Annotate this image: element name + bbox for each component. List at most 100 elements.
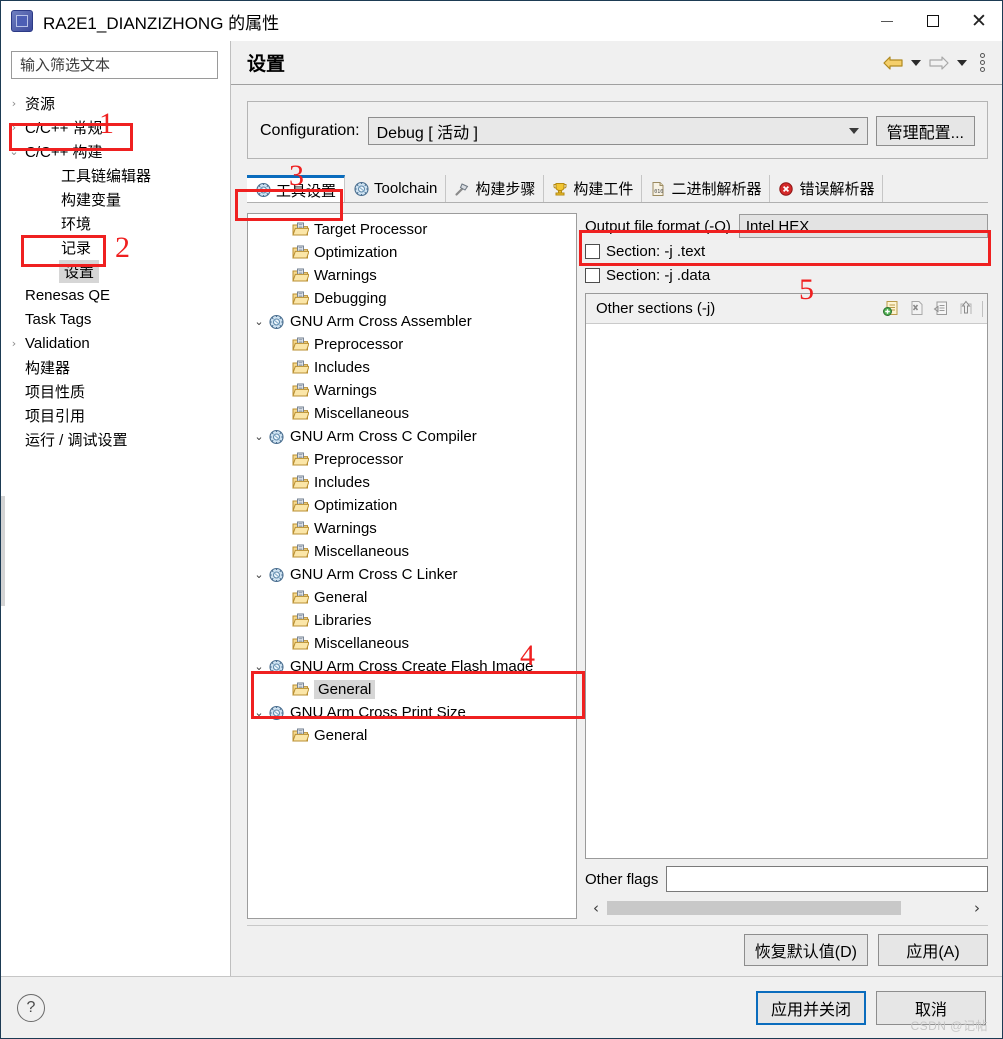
tool-tree-item[interactable]: • General: [248, 678, 576, 701]
sidebar-item[interactable]: •Renesas QE: [1, 283, 230, 307]
close-button[interactable]: ✕: [956, 1, 1002, 41]
sidebar-item[interactable]: •环境: [1, 211, 230, 235]
sidebar-item[interactable]: •设置: [1, 259, 230, 283]
tool-tree-item[interactable]: ⌄ GNU Arm Cross Assembler: [248, 310, 576, 333]
tool-settings-tree[interactable]: •Target Processor•Optimization•Warnings•…: [247, 213, 577, 919]
maximize-button[interactable]: [910, 1, 956, 41]
tool-tree-item[interactable]: • Libraries: [248, 609, 576, 632]
tab-3[interactable]: 构建步骤: [446, 175, 545, 202]
tool-tree-label: General: [314, 680, 376, 699]
tab-5[interactable]: 010 二进制解析器: [642, 175, 771, 202]
folder-page-icon: [292, 452, 310, 465]
chevron-down-icon[interactable]: ⌄: [250, 430, 268, 443]
tab-4[interactable]: 构建工件: [544, 175, 643, 202]
chevron-down-icon[interactable]: ⌄: [250, 706, 268, 719]
back-history-dropdown[interactable]: [908, 50, 924, 76]
filter-input[interactable]: [18, 55, 211, 75]
tool-tree-label: General: [314, 727, 368, 744]
scroll-left-icon[interactable]: ‹: [585, 899, 607, 917]
sidebar-item[interactable]: •记录: [1, 235, 230, 259]
tool-tree-item[interactable]: ⌄ GNU Arm Cross C Compiler: [248, 425, 576, 448]
tool-tree-item[interactable]: ⌄ GNU Arm Cross Create Flash Image: [248, 655, 576, 678]
filter-box[interactable]: [11, 51, 218, 79]
tool-tree-item[interactable]: • Optimization: [248, 241, 576, 264]
sidebar-item[interactable]: •构建器: [1, 355, 230, 379]
other-flags-input[interactable]: [666, 866, 988, 892]
section-text-checkbox[interactable]: [585, 243, 600, 259]
move-up-icon[interactable]: [955, 298, 977, 320]
tool-tree-item[interactable]: • General: [248, 724, 576, 747]
sidebar-item-label: C/C++ 常规: [25, 119, 103, 137]
minimize-button[interactable]: [864, 1, 910, 41]
help-icon[interactable]: ?: [17, 993, 45, 1022]
section-data-checkbox[interactable]: [585, 267, 600, 283]
scroll-track[interactable]: [607, 901, 966, 915]
chevron-right-icon[interactable]: ›: [5, 121, 23, 134]
settings-page: 设置 Configuration: Debug [活动] 管理配置... 工…: [231, 41, 1002, 976]
tool-tree-item[interactable]: • Preprocessor: [248, 333, 576, 356]
tab-1[interactable]: 工具设置: [247, 175, 346, 202]
tool-tree-item[interactable]: • Optimization: [248, 494, 576, 517]
chevron-down-icon[interactable]: ⌄: [250, 568, 268, 581]
sidebar-item[interactable]: •项目性质: [1, 379, 230, 403]
configuration-combo[interactable]: Debug [ 活动 ]: [367, 117, 868, 145]
tool-tree-item[interactable]: • Warnings: [248, 517, 576, 540]
forward-button[interactable]: [926, 50, 952, 76]
gear-blue-icon: [268, 314, 286, 330]
tool-tree-item[interactable]: • Warnings: [248, 264, 576, 287]
scroll-right-icon[interactable]: ›: [966, 899, 988, 917]
restore-defaults-button[interactable]: 恢复默认值(D): [743, 934, 868, 966]
chevron-down-icon[interactable]: ⌄: [250, 660, 268, 673]
sidebar-item[interactable]: › C/C++ 常规: [1, 115, 230, 139]
add-icon[interactable]: [880, 298, 902, 320]
sidebar-item[interactable]: •项目引用: [1, 403, 230, 427]
scroll-thumb[interactable]: [607, 901, 902, 915]
tool-tree-item[interactable]: • Miscellaneous: [248, 402, 576, 425]
sidebar-item[interactable]: •构建变量: [1, 187, 230, 211]
tree-spacer: •: [274, 683, 292, 696]
tool-tree-item[interactable]: • General: [248, 586, 576, 609]
tool-tree-item[interactable]: ⌄ GNU Arm Cross C Linker: [248, 563, 576, 586]
page-header-tools: [880, 50, 992, 76]
output-file-format-field[interactable]: Intel HEX: [738, 214, 988, 238]
edit-icon[interactable]: [930, 298, 952, 320]
sidebar-item[interactable]: •Task Tags: [1, 307, 230, 331]
chevron-right-icon[interactable]: ›: [5, 337, 23, 350]
tool-tree-item[interactable]: • Target Processor: [248, 218, 576, 241]
tab-2[interactable]: Toolchain: [345, 175, 447, 202]
sidebar-item[interactable]: ⌄ C/C++ 构建: [1, 139, 230, 163]
delete-icon[interactable]: [905, 298, 927, 320]
tab-6[interactable]: 错误解析器: [770, 175, 884, 202]
tool-tree-item[interactable]: • Warnings: [248, 379, 576, 402]
tree-spacer: •: [41, 169, 59, 182]
options-horizontal-scrollbar[interactable]: ‹ ›: [585, 897, 988, 919]
sidebar-item[interactable]: › Validation: [1, 331, 230, 355]
section-data-row[interactable]: Section: -j .data: [585, 263, 988, 287]
chevron-right-icon[interactable]: ›: [5, 97, 23, 110]
chevron-down-icon[interactable]: ⌄: [250, 315, 268, 328]
tool-tree-item[interactable]: • Preprocessor: [248, 448, 576, 471]
folder-page-icon: [292, 682, 310, 695]
tool-tree-item[interactable]: • Miscellaneous: [248, 632, 576, 655]
other-sections-list[interactable]: [586, 324, 987, 858]
folder-page-icon: [292, 383, 310, 396]
manage-configurations-button[interactable]: 管理配置...: [875, 116, 975, 146]
folder-page-icon: [292, 222, 310, 235]
forward-history-dropdown[interactable]: [954, 50, 970, 76]
section-text-row[interactable]: Section: -j .text: [585, 239, 988, 263]
tool-tree-item[interactable]: • Debugging: [248, 287, 576, 310]
gear-blue-icon: [268, 567, 286, 583]
tool-tree-item[interactable]: • Includes: [248, 471, 576, 494]
apply-button[interactable]: 应用(A): [878, 934, 988, 966]
tool-tree-item[interactable]: • Miscellaneous: [248, 540, 576, 563]
back-button[interactable]: [880, 50, 906, 76]
apply-and-close-button[interactable]: 应用并关闭: [756, 990, 866, 1025]
tool-tree-item[interactable]: • Includes: [248, 356, 576, 379]
chevron-down-icon[interactable]: ⌄: [5, 145, 23, 158]
sidebar-scrollbar[interactable]: [1, 496, 5, 606]
sidebar-item[interactable]: •工具链编辑器: [1, 163, 230, 187]
tool-tree-item[interactable]: ⌄ GNU Arm Cross Print Size: [248, 701, 576, 724]
sidebar-item[interactable]: › 资源: [1, 91, 230, 115]
more-menu-button[interactable]: [972, 50, 992, 76]
sidebar-item[interactable]: •运行 / 调试设置: [1, 427, 230, 451]
